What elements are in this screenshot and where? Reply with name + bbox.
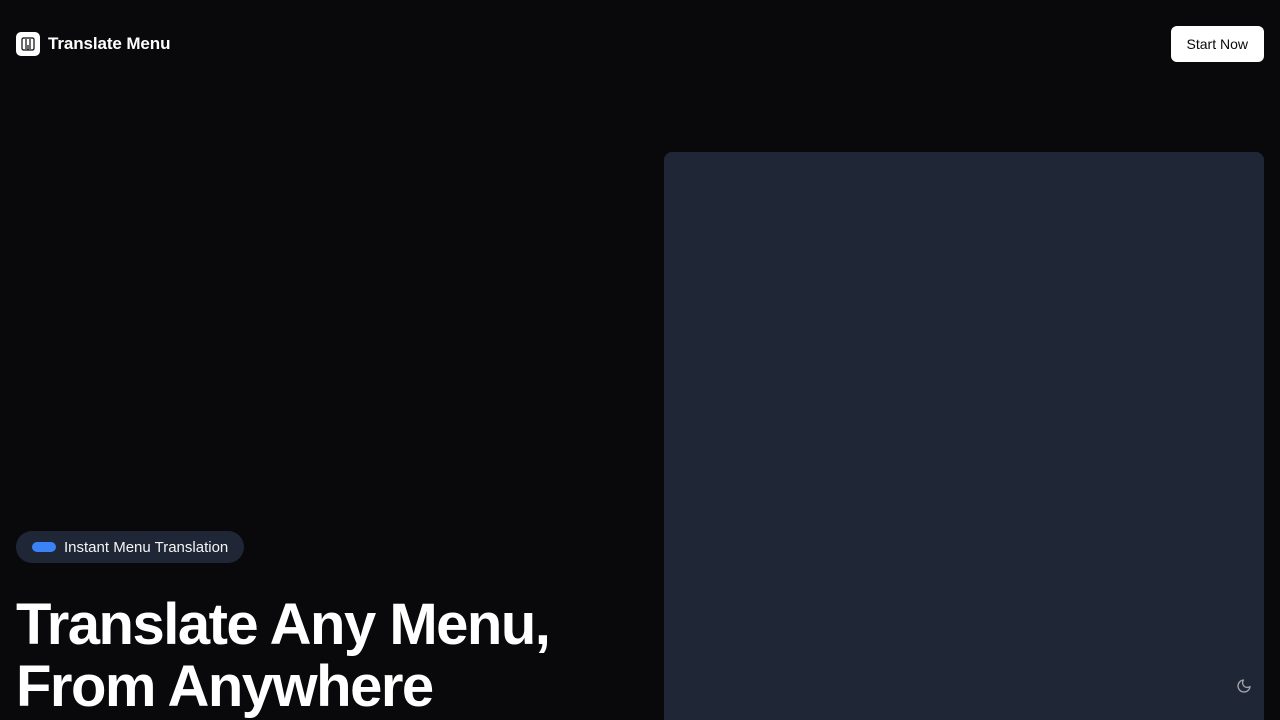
headline-line-2: From Anywhere bbox=[16, 654, 434, 719]
brand-link[interactable]: Translate Menu bbox=[16, 32, 170, 56]
feature-badge: Instant Menu Translation bbox=[16, 531, 245, 563]
moon-icon bbox=[1236, 678, 1252, 699]
badge-pill-icon bbox=[32, 542, 56, 552]
headline-line-1: Translate Any Menu, bbox=[16, 592, 551, 657]
site-header: Translate Menu Start Now bbox=[16, 26, 1264, 62]
badge-label: Instant Menu Translation bbox=[64, 538, 229, 556]
landing-page: Translate Menu Start Now Instant Menu Tr… bbox=[0, 0, 1280, 720]
menu-book-icon bbox=[16, 32, 40, 56]
hero-image-panel bbox=[664, 152, 1264, 720]
brand-name: Translate Menu bbox=[48, 34, 171, 53]
theme-toggle-button[interactable] bbox=[1234, 678, 1254, 698]
start-now-button[interactable]: Start Now bbox=[1170, 26, 1264, 62]
hero-headline: Translate Any Menu, From Anywhere bbox=[16, 592, 551, 719]
